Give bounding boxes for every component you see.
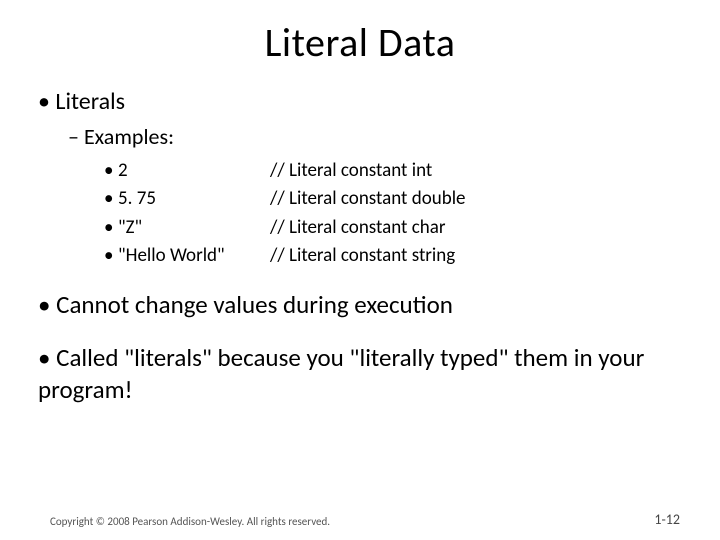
example-literal: 5. 75 — [118, 185, 270, 214]
bullet-literals: Literals — [38, 87, 682, 117]
example-comment: // Literal constant char — [270, 214, 682, 243]
bullet-icon: • — [104, 242, 118, 271]
example-literal: 2 — [118, 157, 270, 186]
example-literal: "Z" — [118, 214, 270, 243]
copyright-text: Copyright © 2008 Pearson Addison-Wesley.… — [50, 515, 330, 528]
slide: Literal Data Literals Examples: • 2 // L… — [0, 18, 720, 540]
bullet-cannot-change: Cannot change values during execution — [38, 289, 682, 320]
example-comment: // Literal constant double — [270, 185, 682, 214]
bullet-examples: Examples: — [68, 123, 682, 151]
bullet-called-literals: • Called "literals" because you "literal… — [38, 342, 682, 407]
example-row: • 5. 75 // Literal constant double — [104, 185, 682, 214]
example-comment: // Literal constant int — [270, 157, 682, 186]
bullet-called-text: Called "literals" because you "literally… — [38, 342, 644, 406]
bullet-icon: • — [104, 185, 118, 214]
examples-list: • 2 // Literal constant int • 5. 75 // L… — [104, 157, 682, 271]
page-number: 1-12 — [654, 511, 680, 528]
example-literal: "Hello World" — [118, 242, 270, 271]
bullet-icon: • — [104, 214, 118, 243]
slide-body: Literals Examples: • 2 // Literal consta… — [0, 87, 720, 407]
example-row: • "Hello World" // Literal constant stri… — [104, 242, 682, 271]
example-comment: // Literal constant string — [270, 242, 682, 271]
slide-title: Literal Data — [0, 18, 720, 67]
bullet-icon: • — [104, 157, 118, 186]
example-row: • "Z" // Literal constant char — [104, 214, 682, 243]
example-row: • 2 // Literal constant int — [104, 157, 682, 186]
